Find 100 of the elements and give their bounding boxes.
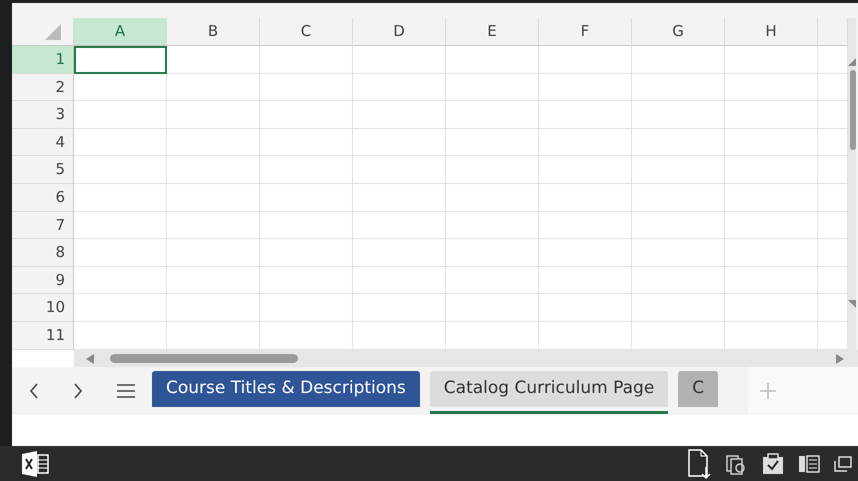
select-all-icon[interactable] (44, 24, 60, 40)
grid-cell[interactable] (260, 156, 353, 184)
column-header[interactable]: F (539, 18, 632, 46)
grid-cell[interactable] (539, 128, 632, 156)
select-all-corner[interactable] (12, 18, 74, 46)
grid-cell[interactable] (167, 46, 260, 74)
column-header[interactable] (818, 18, 848, 46)
active-cell[interactable] (74, 46, 167, 74)
column-header[interactable]: G (632, 18, 725, 46)
reading-view-icon[interactable] (798, 454, 820, 472)
column-header[interactable]: C (260, 18, 353, 46)
grid-cell[interactable] (167, 322, 260, 350)
grid-cell[interactable] (446, 239, 539, 267)
row-header[interactable]: 8 (12, 239, 74, 267)
row-header[interactable]: 5 (12, 156, 74, 184)
grid-cell[interactable] (167, 212, 260, 240)
grid-cell[interactable] (353, 128, 446, 156)
grid-cell[interactable] (167, 101, 260, 129)
grid-cell[interactable] (818, 184, 848, 212)
grid-cell[interactable] (353, 46, 446, 74)
scroll-left-icon[interactable] (86, 354, 94, 364)
row-header[interactable]: 4 (12, 128, 74, 156)
column-header[interactable]: B (167, 18, 260, 46)
grid-cell[interactable] (539, 239, 632, 267)
grid-cell[interactable] (74, 322, 167, 350)
column-header[interactable]: H (725, 18, 818, 46)
grid-cell[interactable] (725, 266, 818, 294)
grid-cell[interactable] (446, 212, 539, 240)
grid-cell[interactable] (725, 212, 818, 240)
grid-cell[interactable] (632, 266, 725, 294)
grid-cell[interactable] (446, 101, 539, 129)
grid-cell[interactable] (74, 239, 167, 267)
grid-cell[interactable] (260, 184, 353, 212)
grid-cell[interactable] (539, 322, 632, 350)
column-header[interactable]: E (446, 18, 539, 46)
grid-cell[interactable] (818, 46, 848, 74)
row-header[interactable]: 7 (12, 212, 74, 240)
scroll-right-icon[interactable] (836, 354, 844, 364)
grid-cell[interactable] (539, 46, 632, 74)
sheet-tab[interactable]: Catalog Curriculum Page (430, 371, 668, 414)
grid-cell[interactable] (74, 184, 167, 212)
scroll-down-icon[interactable] (848, 300, 856, 308)
grid-cell[interactable] (74, 74, 167, 102)
grid-cell[interactable] (260, 294, 353, 322)
clipboard-check-icon[interactable] (762, 452, 784, 474)
grid-cell[interactable] (167, 156, 260, 184)
grid-cell[interactable] (167, 128, 260, 156)
row-header[interactable]: 1 (12, 46, 74, 74)
grid-cell[interactable] (260, 74, 353, 102)
grid-cell[interactable] (725, 128, 818, 156)
grid-cell[interactable] (632, 156, 725, 184)
grid-cell[interactable] (725, 184, 818, 212)
grid-cell[interactable] (539, 294, 632, 322)
grid-cell[interactable] (446, 294, 539, 322)
vertical-scroll-thumb[interactable] (850, 70, 856, 150)
grid-cell[interactable] (632, 128, 725, 156)
grid-cell[interactable] (818, 101, 848, 129)
grid-cell[interactable] (353, 322, 446, 350)
grid-cell[interactable] (260, 101, 353, 129)
grid-cell[interactable] (446, 128, 539, 156)
grid-cell[interactable] (539, 212, 632, 240)
row-header[interactable]: 6 (12, 184, 74, 212)
scroll-up-icon[interactable] (848, 58, 856, 66)
horizontal-scroll-thumb[interactable] (110, 354, 298, 363)
grid-cell[interactable] (353, 101, 446, 129)
grid-cell[interactable] (725, 294, 818, 322)
grid-cell[interactable] (167, 239, 260, 267)
grid-cell[interactable] (353, 266, 446, 294)
grid-cell[interactable] (725, 46, 818, 74)
grid-cell[interactable] (725, 322, 818, 350)
grid-cell[interactable] (632, 239, 725, 267)
grid-cell[interactable] (260, 212, 353, 240)
grid-cell[interactable] (74, 128, 167, 156)
row-header[interactable]: 2 (12, 74, 74, 102)
grid-cell[interactable] (632, 46, 725, 74)
grid-cell[interactable] (539, 101, 632, 129)
grid-cell[interactable] (818, 74, 848, 102)
grid-cell[interactable] (167, 74, 260, 102)
column-header[interactable]: A (74, 18, 167, 46)
grid-cell[interactable] (632, 322, 725, 350)
restore-window-icon[interactable] (834, 456, 852, 472)
grid-cell[interactable] (632, 184, 725, 212)
grid-cell[interactable] (260, 128, 353, 156)
grid-cell[interactable] (353, 212, 446, 240)
grid-cell[interactable] (74, 266, 167, 294)
row-header[interactable]: 9 (12, 266, 74, 294)
grid-cell[interactable] (446, 74, 539, 102)
grid-cell[interactable] (260, 322, 353, 350)
grid-cell[interactable] (446, 322, 539, 350)
grid-cell[interactable] (353, 184, 446, 212)
row-header[interactable]: 11 (12, 322, 74, 350)
grid-cell[interactable] (167, 294, 260, 322)
grid-cell[interactable] (632, 101, 725, 129)
grid-cell[interactable] (167, 184, 260, 212)
row-header[interactable]: 3 (12, 101, 74, 129)
grid-cell[interactable] (818, 239, 848, 267)
grid-cell[interactable] (74, 212, 167, 240)
grid-cell[interactable] (446, 46, 539, 74)
grid-cell[interactable] (74, 294, 167, 322)
grid-cell[interactable] (539, 74, 632, 102)
